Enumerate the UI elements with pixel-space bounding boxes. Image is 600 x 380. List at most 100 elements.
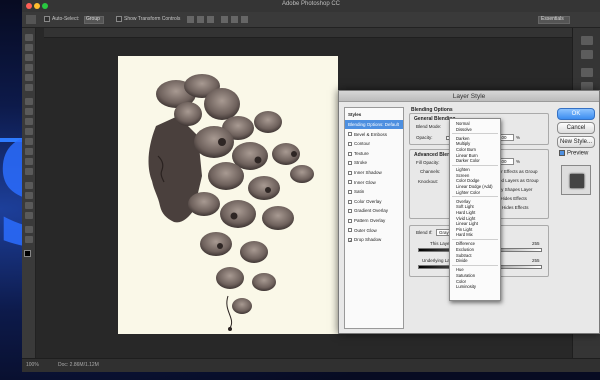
blend-mode-option[interactable]: Multiply (450, 141, 500, 146)
blend-mode-option[interactable]: Hard Light (450, 210, 500, 215)
blur-tool-icon[interactable] (25, 158, 33, 165)
blend-mode-option[interactable]: Divide (450, 258, 500, 263)
style-checkbox[interactable] (348, 180, 352, 185)
blend-mode-option[interactable]: Vivid Light (450, 216, 500, 221)
auto-select-checkbox[interactable] (44, 16, 50, 22)
blend-mode-option[interactable]: Linear Light (450, 221, 500, 226)
style-item[interactable]: Contour (345, 139, 403, 148)
blend-mode-dropdown-menu: Normal Dissolve Darken Multiply Color Burn Li… (449, 118, 501, 301)
style-item[interactable]: Inner Shadow (345, 168, 403, 177)
crop-tool-icon[interactable] (25, 74, 33, 81)
shape-tool-icon[interactable] (25, 212, 33, 219)
properties-panel-icon[interactable] (581, 50, 593, 59)
blend-mode-option[interactable]: Darker Color (450, 158, 500, 163)
history-brush-tool-icon[interactable] (25, 128, 33, 135)
document-canvas[interactable] (118, 56, 338, 334)
brush-tool-icon[interactable] (25, 108, 33, 115)
blend-mode-option[interactable]: Soft Light (450, 204, 500, 209)
blend-mode-option[interactable]: Pin Light (450, 227, 500, 232)
transform-controls-checkbox[interactable] (116, 16, 122, 22)
style-checkbox[interactable] (348, 238, 352, 242)
blend-mode-option[interactable]: Lighten (450, 167, 500, 172)
blend-mode-option[interactable]: Normal (450, 121, 500, 126)
blend-mode-option[interactable]: Difference (450, 241, 500, 246)
style-item[interactable]: Inner Glow (345, 178, 403, 187)
blend-mode-option[interactable]: Color Dodge (450, 178, 500, 183)
gradient-tool-icon[interactable] (25, 148, 33, 155)
blend-mode-option[interactable]: Hard Mix (450, 232, 500, 237)
pen-tool-icon[interactable] (25, 182, 33, 189)
blend-mode-option[interactable]: Color (450, 279, 500, 284)
style-item[interactable]: Drop Shadow (345, 235, 403, 244)
blend-mode-option[interactable]: Dissolve (450, 127, 500, 132)
blend-mode-option[interactable]: Subtract (450, 253, 500, 258)
style-checkbox[interactable] (348, 190, 352, 194)
blend-mode-option[interactable]: Hue (450, 267, 500, 272)
ok-button[interactable]: OK (557, 108, 595, 120)
style-checkbox[interactable] (348, 199, 352, 204)
path-select-tool-icon[interactable] (25, 202, 33, 209)
double-exposure-artwork (148, 74, 314, 331)
tools-panel (22, 28, 36, 358)
move-tool-icon[interactable] (26, 15, 36, 24)
foreground-color-swatch[interactable] (24, 250, 31, 257)
blend-mode-option[interactable]: Screen (450, 173, 500, 178)
style-item-label: Texture (354, 150, 369, 156)
style-item[interactable]: Bevel & Emboss (345, 130, 403, 139)
preview-checkbox[interactable] (559, 150, 565, 156)
move-tool-icon[interactable] (25, 34, 33, 41)
styles-header[interactable]: Styles (345, 110, 403, 119)
blend-mode-option[interactable]: Overlay (450, 199, 500, 204)
type-tool-icon[interactable] (25, 192, 33, 199)
preview-label: Preview (567, 150, 589, 157)
zoom-tool-icon[interactable] (25, 236, 33, 243)
style-item[interactable]: Gradient Overlay (345, 206, 403, 215)
blend-mode-option[interactable]: Color Burn (450, 147, 500, 152)
style-checkbox[interactable] (348, 142, 352, 146)
blend-mode-option[interactable]: Linear Dodge (Add) (450, 184, 500, 189)
title-bar: Adobe Photoshop CC (22, 0, 600, 12)
style-item-label: Satin (354, 189, 365, 195)
blend-mode-option[interactable]: Linear Burn (450, 153, 500, 158)
eyedropper-tool-icon[interactable] (25, 84, 33, 91)
quick-select-tool-icon[interactable] (25, 64, 33, 71)
blend-mode-option[interactable]: Luminosity (450, 284, 500, 289)
cancel-button[interactable]: Cancel (557, 122, 595, 134)
healing-brush-tool-icon[interactable] (25, 98, 33, 105)
style-item[interactable]: Texture (345, 149, 403, 158)
style-item[interactable]: Satin (345, 187, 403, 196)
style-checkbox[interactable] (348, 218, 352, 223)
preview-toggle[interactable]: Preview (559, 150, 588, 157)
align-icons-group[interactable] (187, 15, 367, 24)
style-checkbox[interactable] (348, 132, 352, 137)
blend-mode-option[interactable]: Lighter Color (450, 190, 500, 195)
marquee-tool-icon[interactable] (25, 44, 33, 51)
style-item[interactable]: Blending Options: Default (345, 120, 403, 129)
style-checkbox[interactable] (348, 228, 352, 233)
style-checkbox[interactable] (348, 170, 352, 175)
dodge-tool-icon[interactable] (25, 168, 33, 175)
style-checkbox[interactable] (348, 161, 352, 166)
fill-opacity-label: Fill Opacity: (416, 160, 440, 165)
style-item[interactable]: Color Overlay (345, 197, 403, 206)
document-tab[interactable] (44, 28, 584, 38)
color-panel-icon[interactable] (581, 68, 593, 77)
style-checkbox[interactable] (348, 151, 352, 156)
blend-mode-option[interactable]: Saturation (450, 273, 500, 278)
style-item[interactable]: Outer Glow (345, 226, 403, 235)
eraser-tool-icon[interactable] (25, 138, 33, 145)
this-layer-max: 255 (532, 241, 540, 246)
clone-stamp-tool-icon[interactable] (25, 118, 33, 125)
menu-separator (452, 196, 498, 198)
style-item[interactable]: Stroke (345, 158, 403, 167)
lasso-tool-icon[interactable] (25, 54, 33, 61)
history-panel-icon[interactable] (581, 36, 593, 45)
new-style-button[interactable]: New Style... (557, 136, 595, 148)
hand-tool-icon[interactable] (25, 226, 33, 233)
blend-mode-option[interactable]: Exclusion (450, 247, 500, 252)
style-checkbox[interactable] (348, 209, 352, 214)
style-item[interactable]: Pattern Overlay (345, 216, 403, 225)
auto-select-label: Auto-Select: (52, 16, 80, 22)
zoom-level[interactable]: 100% (26, 362, 39, 368)
blend-mode-option[interactable]: Darken (450, 136, 500, 141)
